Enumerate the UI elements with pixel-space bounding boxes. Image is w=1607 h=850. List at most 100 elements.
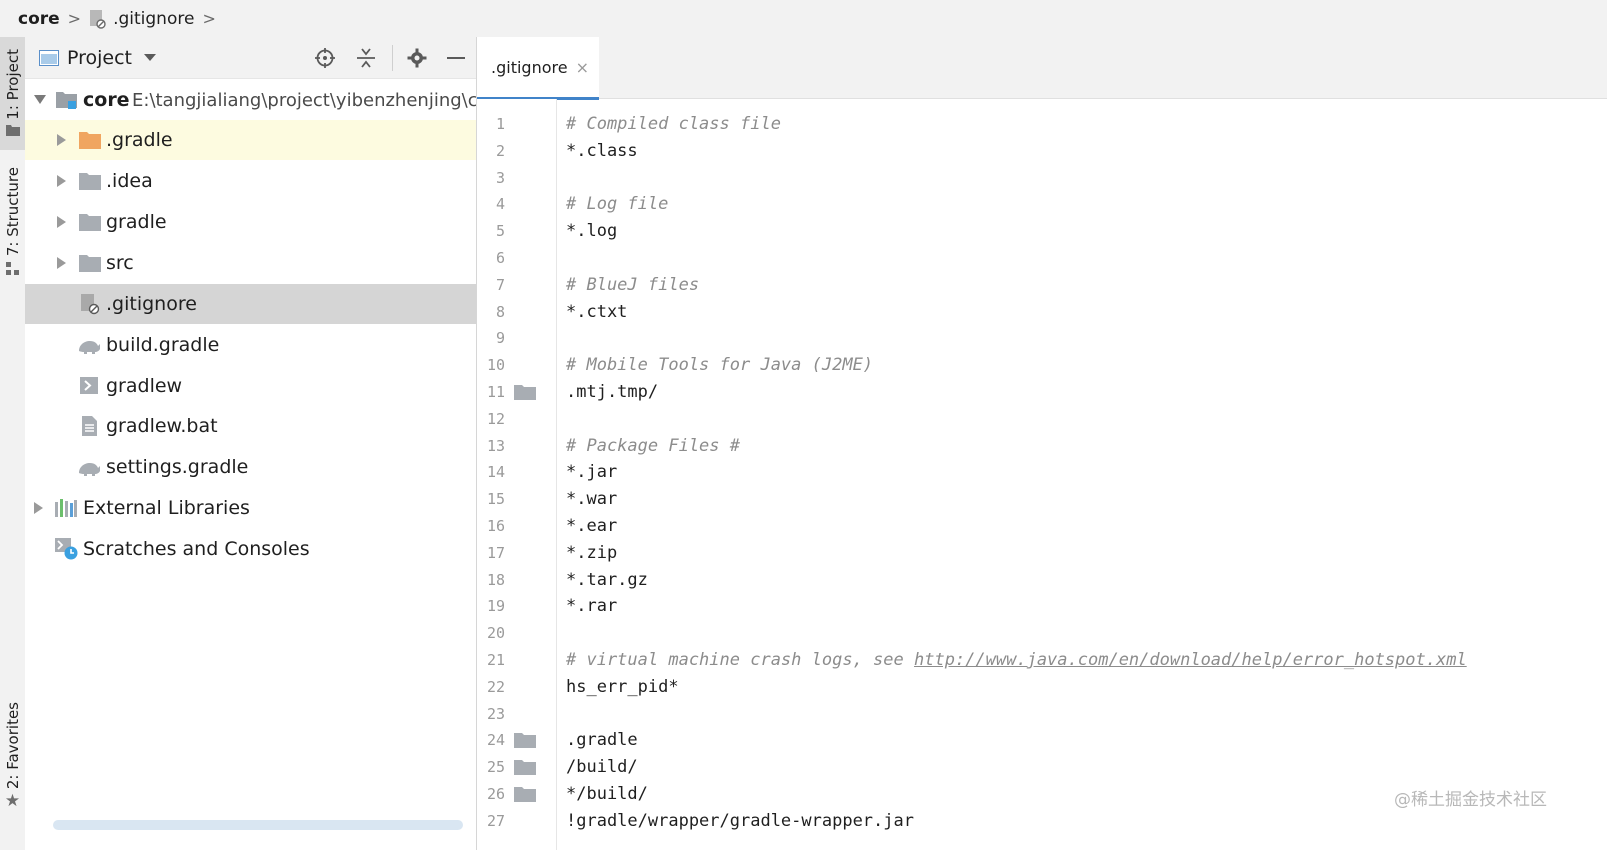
folder-icon xyxy=(79,173,101,190)
horizontal-scrollbar[interactable] xyxy=(53,820,463,830)
folder-icon xyxy=(79,132,101,149)
minimize-icon xyxy=(447,57,465,59)
code-comment: # Compiled class file xyxy=(566,114,781,134)
tree-item-label: .gradle xyxy=(106,129,173,151)
watermark: @稀土掘金技术社区 xyxy=(1394,790,1547,810)
locate-file-button[interactable] xyxy=(314,47,336,69)
tree-item-build-gradle[interactable]: build.gradle xyxy=(25,325,476,365)
line-number: 8 xyxy=(495,303,505,321)
line-number: 16 xyxy=(486,517,505,535)
tree-item-label: .idea xyxy=(106,170,153,192)
breadcrumb-file[interactable]: .gitignore xyxy=(89,9,194,29)
line-number: 11 xyxy=(486,383,505,401)
code-line: # BlueJ files xyxy=(566,272,699,298)
gear-icon xyxy=(407,48,427,68)
code-line: *.tar.gz xyxy=(566,567,648,593)
folder-icon xyxy=(79,214,101,231)
tree-root-core[interactable]: core E:\tangjialiang\project\yibenzhenji… xyxy=(25,80,476,120)
favorites-tool-label: 2: Favorites xyxy=(3,702,22,790)
tree-root-path: E:\tangjialiang\project\yibenzhenjing\c xyxy=(132,89,476,111)
collapsed-arrow-icon[interactable] xyxy=(57,257,67,269)
line-number: 2 xyxy=(495,142,505,160)
folder-icon xyxy=(514,385,536,400)
code-text: *.war xyxy=(566,489,618,509)
tool-window-strip: 1: Project 7: Structure 2: Favorites ★ xyxy=(0,37,26,850)
code-comment: # Log file xyxy=(566,194,669,214)
breadcrumb-project[interactable]: core xyxy=(18,9,60,29)
tab-gitignore[interactable]: .gitignore × xyxy=(477,37,599,100)
folder-icon xyxy=(514,760,536,775)
collapsed-arrow-icon[interactable] xyxy=(57,175,67,187)
collapsed-arrow-icon[interactable] xyxy=(57,216,67,228)
tree-item-label: gradle xyxy=(106,211,167,233)
project-view-icon xyxy=(39,49,59,66)
text-file-icon xyxy=(82,416,97,436)
project-panel-header: Project xyxy=(25,37,476,79)
code-line: .gradle xyxy=(566,727,638,753)
gradle-file-icon xyxy=(79,463,100,476)
project-panel-title: Project xyxy=(67,46,133,69)
line-number: 26 xyxy=(486,785,505,803)
project-panel: Project core E:\tangjialiang\project\yib… xyxy=(25,37,477,850)
tab-favorites-tool[interactable]: 2: Favorites ★ xyxy=(0,702,25,820)
collapse-all-icon xyxy=(357,48,375,68)
collapse-all-button[interactable] xyxy=(355,47,377,69)
star-icon: ★ xyxy=(4,791,21,812)
code-line: .mtj.tmp/ xyxy=(566,379,658,405)
line-number: 12 xyxy=(486,410,505,428)
line-number: 6 xyxy=(495,249,505,267)
tab-project-tool[interactable]: 1: Project xyxy=(0,37,25,150)
tree-root-name: core xyxy=(83,89,130,111)
tab-gitignore-label: .gitignore xyxy=(491,57,568,77)
code-line: /build/ xyxy=(566,754,638,780)
tree-item-gradle-dot[interactable]: .gradle xyxy=(25,120,476,160)
close-icon[interactable]: × xyxy=(576,58,589,77)
line-number: 18 xyxy=(486,571,505,589)
code-text: *.log xyxy=(566,221,618,241)
structure-tool-label: 7: Structure xyxy=(3,167,22,257)
external-libraries-label: External Libraries xyxy=(83,497,250,519)
code-link[interactable]: http://www.java.com/en/download/help/err… xyxy=(914,650,1467,670)
tree-item-gradlew[interactable]: gradlew xyxy=(25,366,476,406)
code-text: *.zip xyxy=(566,543,618,563)
tab-structure-tool[interactable]: 7: Structure xyxy=(0,167,25,282)
expanded-arrow-icon[interactable] xyxy=(34,95,46,105)
code-line: # virtual machine crash logs, see http:/… xyxy=(566,647,1467,673)
line-number: 19 xyxy=(486,597,505,615)
settings-button[interactable] xyxy=(406,47,428,69)
tree-item-label: src xyxy=(106,252,134,274)
dropdown-arrow-icon[interactable] xyxy=(144,53,157,62)
scratches-label: Scratches and Consoles xyxy=(83,538,310,560)
tree-item-gitignore[interactable]: .gitignore xyxy=(25,284,476,324)
tree-item-settings-gradle[interactable]: settings.gradle xyxy=(25,447,476,487)
tree-item-gradlew-bat[interactable]: gradlew.bat xyxy=(25,406,476,446)
tree-item-scratches[interactable]: Scratches and Consoles xyxy=(25,529,476,569)
line-number: 4 xyxy=(495,195,505,213)
collapsed-arrow-icon[interactable] xyxy=(57,134,67,146)
code-line: */build/ xyxy=(566,781,648,807)
tree-item-src[interactable]: src xyxy=(25,243,476,283)
code-text: *.jar xyxy=(566,462,618,482)
code-line: !gradle/wrapper/gradle-wrapper.jar xyxy=(566,808,914,834)
code-line: *.zip xyxy=(566,540,617,566)
line-number: 25 xyxy=(486,758,505,776)
tree-item-idea[interactable]: .idea xyxy=(25,161,476,201)
code-text: /build/ xyxy=(566,757,638,777)
gitignore-file-icon xyxy=(81,294,100,315)
line-number: 27 xyxy=(486,812,505,830)
gradle-file-icon xyxy=(79,341,100,354)
collapsed-arrow-icon[interactable] xyxy=(34,502,44,514)
breadcrumb-project-label: core xyxy=(18,8,60,29)
editor-area: .gitignore × 1 # Compiled class file 2 *.cl… xyxy=(477,37,1607,850)
code-text: hs_err_pid* xyxy=(566,677,679,697)
code-comment: # Mobile Tools for Java (J2ME) xyxy=(566,355,874,375)
project-tool-label: 1: Project xyxy=(3,49,22,120)
code-text: .mtj.tmp/ xyxy=(566,382,659,402)
tree-item-gradle[interactable]: gradle xyxy=(25,202,476,242)
hide-panel-button[interactable] xyxy=(445,47,467,69)
code-line: *.class xyxy=(566,138,638,164)
code-text: *.class xyxy=(566,141,638,161)
line-number: 24 xyxy=(486,731,505,749)
tree-item-external-libraries[interactable]: External Libraries xyxy=(25,488,476,528)
code-line: *.ear xyxy=(566,513,617,539)
